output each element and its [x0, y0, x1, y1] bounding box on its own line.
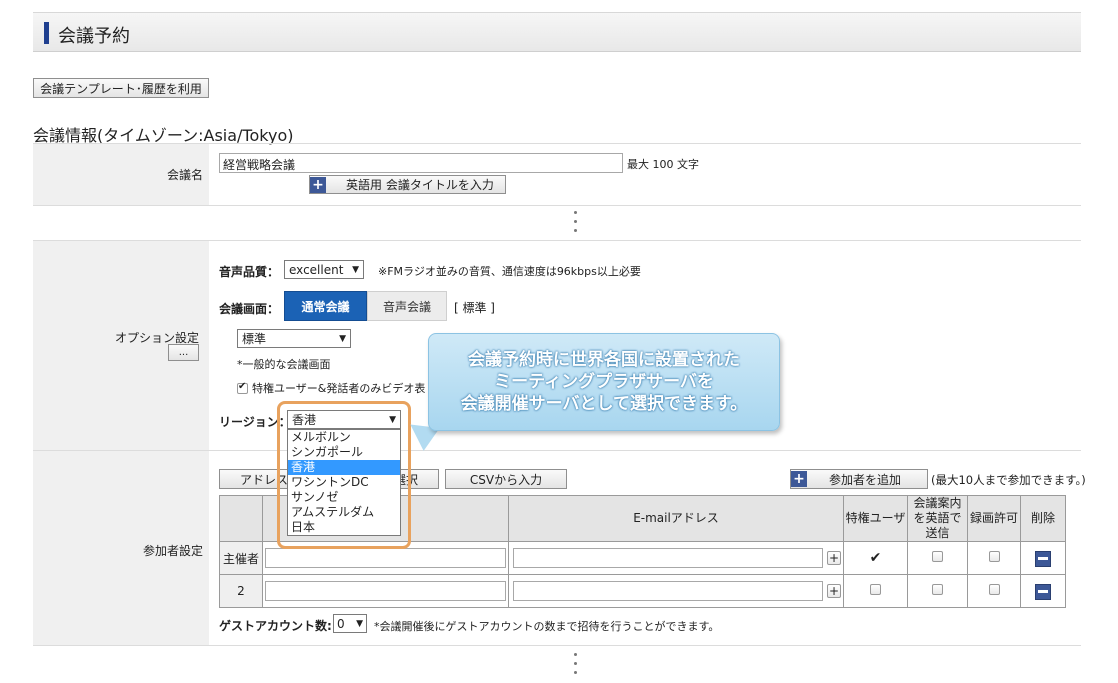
- email-input[interactable]: [513, 548, 823, 568]
- name-input[interactable]: [265, 548, 506, 568]
- english-invite-cell: [907, 574, 968, 608]
- screen-mode-text: [ 標準 ]: [454, 301, 495, 315]
- audio-quality-label: 音声品質：: [219, 265, 280, 279]
- col-email: E-mailアドレス: [508, 495, 844, 542]
- col-privileged: 特権ユーザ: [843, 495, 908, 542]
- recording-checkbox[interactable]: [988, 584, 1000, 595]
- screen-label: 会議画面：: [219, 302, 280, 316]
- video-checkbox-row[interactable]: 特権ユーザー&発話者のみビデオ表: [237, 380, 425, 396]
- row-role: 2: [219, 574, 263, 608]
- more-rows-indicator: [574, 211, 578, 238]
- page-title: 会議予約: [58, 26, 130, 47]
- privileged-cell: ✔: [843, 541, 908, 575]
- add-participant-button[interactable]: + 参加者を追加: [790, 469, 928, 489]
- name-input[interactable]: [265, 581, 506, 601]
- row-role: 主催者: [219, 541, 263, 575]
- plus-icon: +: [791, 471, 807, 487]
- privileged-check-icon: ✔: [869, 550, 882, 566]
- email-cell: +: [508, 541, 844, 575]
- tab-audio-meeting[interactable]: 音声会議: [367, 291, 447, 321]
- meeting-name-limit: 最大 100 文字: [627, 158, 699, 171]
- name-cell: [262, 574, 509, 608]
- guest-account-select[interactable]: 0 ▼: [333, 614, 367, 633]
- meeting-name-input[interactable]: 経営戦略会議: [219, 153, 623, 173]
- participants-label-cell: 参加者設定: [33, 451, 209, 645]
- delete-row-icon[interactable]: [1035, 550, 1051, 567]
- layout-note: *一般的な会議画面: [237, 358, 331, 371]
- tab-normal-meeting[interactable]: 通常会議: [284, 291, 367, 321]
- recording-cell: [967, 574, 1021, 608]
- meeting-name-label-cell: 会議名: [33, 144, 209, 205]
- english-invite-cell: [907, 541, 968, 575]
- participants-max-note: (最大10人まで参加できます。): [931, 473, 1086, 487]
- dropdown-arrow-icon: ▼: [356, 618, 363, 629]
- audio-quality-select[interactable]: excellent ▼: [284, 260, 364, 279]
- table-row: 2 +: [219, 574, 1066, 608]
- col-recording: 録画許可: [967, 495, 1021, 542]
- meeting-name-label: 会議名: [166, 168, 203, 182]
- callout-annotation: 会議予約時に世界各国に設置された ミーティングプラザサーバを 会議開催サーバとし…: [428, 333, 780, 431]
- add-participant-button-label: 参加者を追加: [829, 472, 902, 487]
- english-title-button-label: 英語用 会議タイトルを入力: [346, 178, 494, 192]
- privileged-cell: [843, 574, 908, 608]
- participants-label: 参加者設定: [142, 544, 203, 558]
- guest-account-value: 0: [337, 616, 345, 631]
- header-accent-bar: [44, 22, 49, 44]
- video-checkbox[interactable]: [237, 381, 248, 394]
- template-history-button[interactable]: 会議テンプレート･履歴を利用: [33, 78, 209, 98]
- english-invite-checkbox[interactable]: [932, 551, 943, 562]
- delete-cell: [1020, 574, 1066, 608]
- dropdown-arrow-icon: ▼: [352, 264, 359, 275]
- english-invite-checkbox[interactable]: [932, 584, 943, 595]
- plus-icon: +: [310, 176, 326, 193]
- privileged-checkbox[interactable]: [870, 584, 881, 595]
- callout-line: ミーティングプラザサーバを: [494, 372, 714, 392]
- col-role: [219, 495, 263, 542]
- recording-checkbox[interactable]: [988, 551, 1000, 562]
- guest-account-note: *会議開催後にゲストアカウントの数まで招待を行うことができます。: [374, 620, 720, 633]
- email-lookup-plus-icon[interactable]: +: [827, 551, 841, 565]
- layout-value: 標準: [242, 332, 267, 346]
- video-checkbox-label: 特権ユーザー&発話者のみビデオ表: [252, 382, 426, 395]
- page-header: 会議予約: [33, 12, 1081, 52]
- delete-row-icon[interactable]: [1035, 583, 1051, 600]
- guest-account-label: ゲストアカウント数:: [219, 619, 332, 633]
- callout-line: 会議予約時に世界各国に設置された: [468, 350, 740, 370]
- col-delete: 削除: [1020, 495, 1066, 542]
- layout-select[interactable]: 標準 ▼: [237, 329, 351, 348]
- more-rows-indicator: [574, 653, 578, 680]
- audio-quality-value: excellent: [289, 262, 344, 277]
- recording-cell: [967, 541, 1021, 575]
- row-divider: [33, 205, 1081, 206]
- email-lookup-plus-icon[interactable]: +: [827, 584, 841, 598]
- options-more-button[interactable]: ...: [168, 344, 199, 361]
- row-divider: [33, 645, 1081, 646]
- region-highlight-frame: [277, 401, 411, 549]
- delete-cell: [1020, 541, 1066, 575]
- email-input[interactable]: [513, 581, 823, 601]
- col-english-invite: 会議案内を英語で送信: [907, 495, 968, 542]
- english-title-button[interactable]: + 英語用 会議タイトルを入力: [309, 175, 506, 194]
- callout-line: 会議開催サーバとして選択できます。: [460, 394, 748, 414]
- dropdown-arrow-icon: ▼: [339, 333, 346, 344]
- csv-import-button[interactable]: CSVから入力: [445, 469, 567, 489]
- email-cell: +: [508, 574, 844, 608]
- audio-quality-note: ※FMラジオ並みの音質、通信速度は96kbps以上必要: [378, 265, 641, 278]
